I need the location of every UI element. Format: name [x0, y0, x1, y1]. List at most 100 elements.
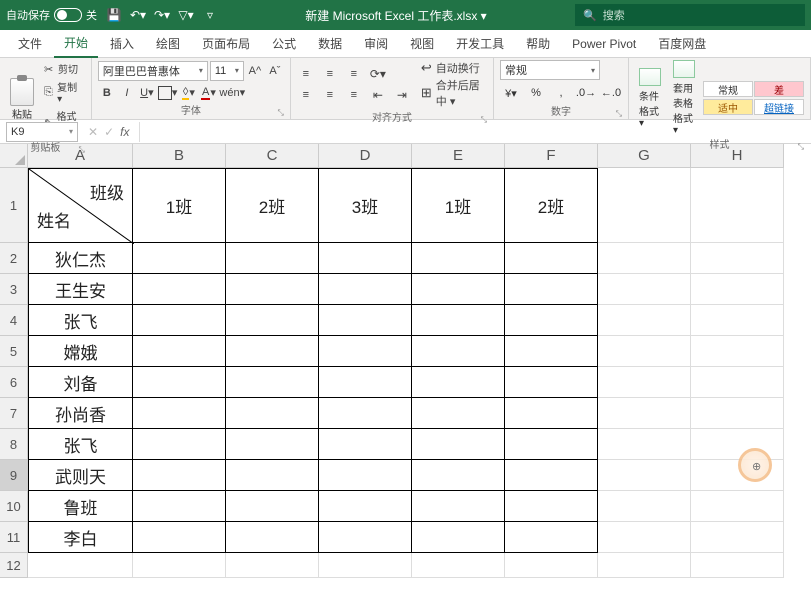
cell-F10[interactable]	[505, 491, 598, 522]
row-header-7[interactable]: 7	[0, 398, 28, 429]
cell-B6[interactable]	[133, 367, 226, 398]
orientation-button[interactable]: ⟳▾	[369, 65, 387, 83]
cell-D10[interactable]	[319, 491, 412, 522]
tab-formula[interactable]: 公式	[262, 30, 306, 57]
tab-review[interactable]: 审阅	[354, 30, 398, 57]
decrease-font-button[interactable]: Aˇ	[266, 62, 284, 80]
cell-D12[interactable]	[319, 553, 412, 578]
align-top-button[interactable]: ≡	[297, 65, 315, 83]
cell-F6[interactable]	[505, 367, 598, 398]
style-link[interactable]: 超链接	[754, 99, 804, 115]
cell-G9[interactable]	[598, 460, 691, 491]
row-header-6[interactable]: 6	[0, 367, 28, 398]
redo-icon[interactable]: ↷▾	[155, 8, 169, 22]
cell-E8[interactable]	[412, 429, 505, 460]
cell-A7[interactable]: 孙尚香	[28, 398, 133, 429]
cell-A11[interactable]: 李白	[28, 522, 133, 553]
cell-G2[interactable]	[598, 243, 691, 274]
tab-baidu[interactable]: 百度网盘	[648, 30, 716, 57]
font-color-button[interactable]: A▾	[199, 84, 217, 102]
cell-F1[interactable]: 2班	[505, 168, 598, 243]
save-icon[interactable]: 💾	[107, 8, 121, 22]
align-center-button[interactable]: ≡	[321, 86, 339, 104]
style-normal[interactable]: 常规	[703, 81, 753, 97]
cell-H8[interactable]	[691, 429, 784, 460]
search-box[interactable]: 🔍 搜索	[575, 4, 805, 26]
cell-C8[interactable]	[226, 429, 319, 460]
cell-A3[interactable]: 王生安	[28, 274, 133, 305]
cell-C5[interactable]	[226, 336, 319, 367]
cell-F12[interactable]	[505, 553, 598, 578]
cell-A4[interactable]: 张飞	[28, 305, 133, 336]
cell-B5[interactable]	[133, 336, 226, 367]
cell-D3[interactable]	[319, 274, 412, 305]
cell-H1[interactable]	[691, 168, 784, 243]
tab-home[interactable]: 开始	[54, 29, 98, 58]
cell-D7[interactable]	[319, 398, 412, 429]
cell-H7[interactable]	[691, 398, 784, 429]
cell-G4[interactable]	[598, 305, 691, 336]
cell-B1[interactable]: 1班	[133, 168, 226, 243]
cell-E4[interactable]	[412, 305, 505, 336]
cell-C1[interactable]: 2班	[226, 168, 319, 243]
cell-G3[interactable]	[598, 274, 691, 305]
row-header-8[interactable]: 8	[0, 429, 28, 460]
paste-button[interactable]: 粘贴	[6, 76, 38, 123]
wrap-text-button[interactable]: ↩自动换行	[421, 60, 487, 76]
col-header-C[interactable]: C	[226, 144, 319, 168]
phonetic-button[interactable]: wén▾	[219, 84, 245, 102]
align-left-button[interactable]: ≡	[297, 86, 315, 104]
cell-A8[interactable]: 张飞	[28, 429, 133, 460]
cell-B11[interactable]	[133, 522, 226, 553]
cell-grid[interactable]: 班级姓名1班2班3班1班2班狄仁杰王生安张飞嫦娥刘备孙尚香张飞武则天鲁班李白	[28, 168, 784, 578]
cell-H11[interactable]	[691, 522, 784, 553]
qat-dropdown-icon[interactable]: ▿	[203, 8, 217, 22]
cell-B8[interactable]	[133, 429, 226, 460]
cell-H2[interactable]	[691, 243, 784, 274]
autosave-toggle[interactable]: 自动保存 关	[6, 7, 97, 23]
style-neutral[interactable]: 适中	[703, 99, 753, 115]
cell-F8[interactable]	[505, 429, 598, 460]
align-bottom-button[interactable]: ≡	[345, 65, 363, 83]
cell-B7[interactable]	[133, 398, 226, 429]
fill-color-button[interactable]: ◊▾	[179, 84, 197, 102]
font-name-combo[interactable]: 阿里巴巴普惠体▾	[98, 61, 208, 81]
cell-G10[interactable]	[598, 491, 691, 522]
cell-A10[interactable]: 鲁班	[28, 491, 133, 522]
row-header-11[interactable]: 11	[0, 522, 28, 553]
increase-font-button[interactable]: A^	[246, 62, 264, 80]
underline-button[interactable]: U▾	[138, 84, 156, 102]
cell-H12[interactable]	[691, 553, 784, 578]
cell-H3[interactable]	[691, 274, 784, 305]
border-button[interactable]: ▾	[158, 84, 178, 102]
cell-B2[interactable]	[133, 243, 226, 274]
cell-G5[interactable]	[598, 336, 691, 367]
conditional-format-button[interactable]: 条件格式 ▾	[635, 68, 665, 129]
tab-file[interactable]: 文件	[8, 30, 52, 57]
tab-powerpivot[interactable]: Power Pivot	[562, 32, 646, 56]
font-size-combo[interactable]: 11▾	[210, 61, 244, 81]
cell-F11[interactable]	[505, 522, 598, 553]
cell-F7[interactable]	[505, 398, 598, 429]
cancel-icon[interactable]: ✕	[88, 125, 98, 139]
italic-button[interactable]: I	[118, 84, 136, 102]
cell-F4[interactable]	[505, 305, 598, 336]
col-header-E[interactable]: E	[412, 144, 505, 168]
tab-developer[interactable]: 开发工具	[446, 30, 514, 57]
row-header-5[interactable]: 5	[0, 336, 28, 367]
col-header-D[interactable]: D	[319, 144, 412, 168]
tab-layout[interactable]: 页面布局	[192, 30, 260, 57]
cell-A1[interactable]: 班级姓名	[28, 168, 133, 243]
cell-C12[interactable]	[226, 553, 319, 578]
cell-F5[interactable]	[505, 336, 598, 367]
cell-E2[interactable]	[412, 243, 505, 274]
tab-draw[interactable]: 绘图	[146, 30, 190, 57]
cell-D5[interactable]	[319, 336, 412, 367]
increase-decimal-button[interactable]: .0→	[575, 83, 597, 103]
row-header-2[interactable]: 2	[0, 243, 28, 274]
cell-A9[interactable]: 武则天	[28, 460, 133, 491]
cell-D1[interactable]: 3班	[319, 168, 412, 243]
tab-data[interactable]: 数据	[308, 30, 352, 57]
cell-styles-gallery[interactable]: 常规 差 适中 超链接	[703, 81, 804, 115]
row-header-3[interactable]: 3	[0, 274, 28, 305]
